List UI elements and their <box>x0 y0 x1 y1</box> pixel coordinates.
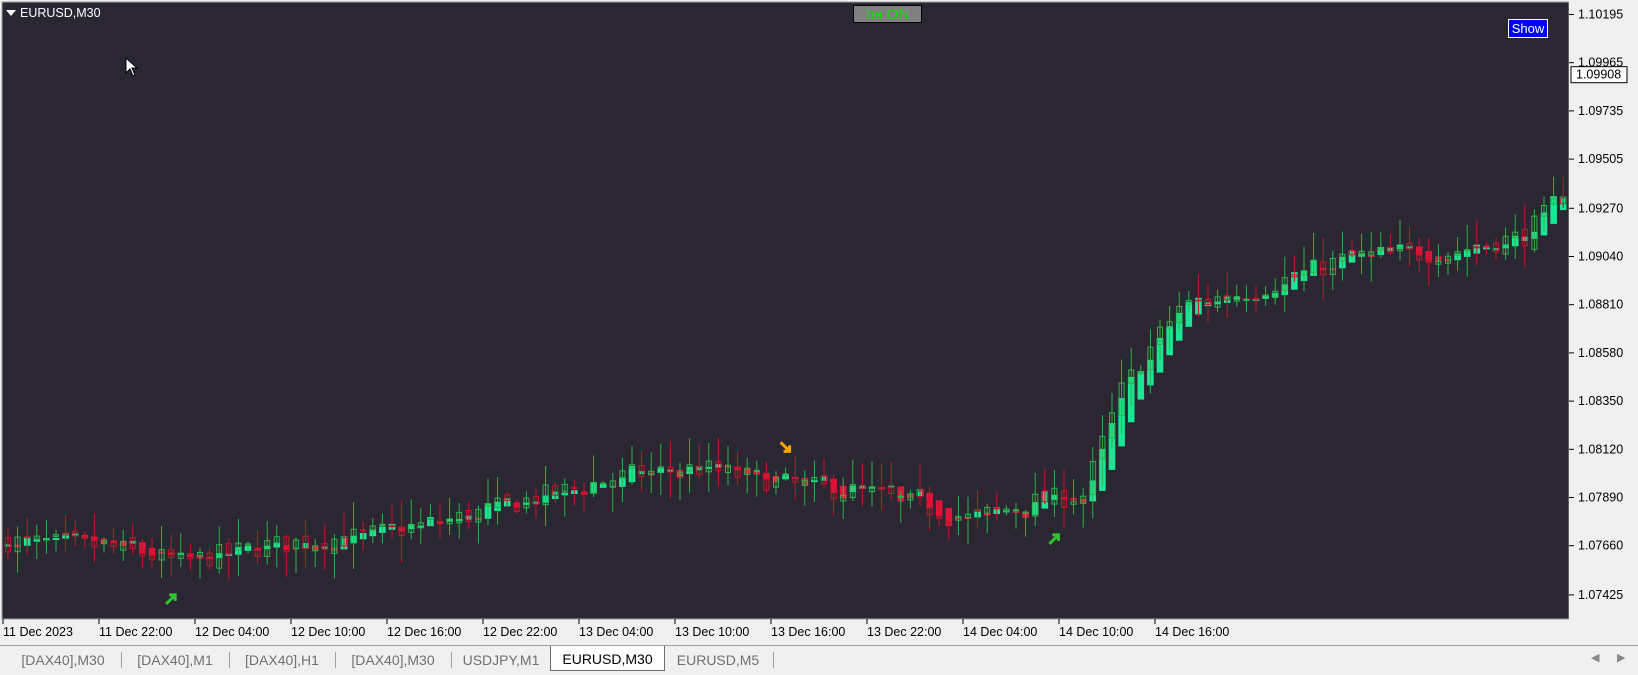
price-tick-label: 1.10195 <box>1578 8 1623 22</box>
price-tick-label: 1.08350 <box>1578 394 1623 408</box>
candle-body <box>360 529 367 532</box>
candle-body <box>1195 299 1202 302</box>
time-tick-label: 14 Dec 10:00 <box>1059 625 1133 639</box>
mouse-pointer-icon <box>125 57 139 77</box>
chart-tab-bar: [DAX40],M30 [DAX40],M1 [DAX40],H1 [DAX40… <box>0 645 1638 675</box>
triangle-down-icon[interactable] <box>6 10 16 16</box>
price-tick-label: 1.07660 <box>1578 539 1623 553</box>
tab-eurusd-m30[interactable]: EURUSD,M30 <box>550 646 665 671</box>
time-tick-label: 12 Dec 10:00 <box>291 625 365 639</box>
candle-body <box>389 525 395 528</box>
time-tick-label: 13 Dec 16:00 <box>771 625 845 639</box>
tab-separator <box>229 652 230 668</box>
time-tick-label: 12 Dec 04:00 <box>195 625 269 639</box>
symbol-title: EURUSD,M30 <box>20 6 101 20</box>
price-chart[interactable]: 1.101951.099651.097351.095051.092701.090… <box>0 0 1638 645</box>
time-tick-label: 12 Dec 22:00 <box>483 625 557 639</box>
candle-body <box>81 536 88 539</box>
tab-dax40-h1[interactable]: [DAX40],H1 <box>232 649 332 671</box>
ha-candle <box>1137 371 1145 400</box>
tab-separator <box>451 652 452 668</box>
candle-body <box>1262 294 1269 297</box>
price-tick-label: 1.09735 <box>1578 104 1623 118</box>
candle-body <box>427 518 434 521</box>
price-tick-label: 1.09270 <box>1578 201 1623 215</box>
candle-body <box>24 536 31 539</box>
time-tick-label: 13 Dec 04:00 <box>579 625 653 639</box>
show-button[interactable]: Show <box>1508 19 1548 38</box>
candle-body <box>993 507 1000 510</box>
time-tick-label: 14 Dec 04:00 <box>963 625 1037 639</box>
price-tick-label: 1.08810 <box>1578 298 1623 312</box>
tab-separator <box>773 652 774 668</box>
tab-eurusd-m5[interactable]: EURUSD,M5 <box>668 649 768 671</box>
tab-separator <box>121 652 122 668</box>
chart-window[interactable]: 1.10195 1.09965 1.09735 1.09505 1.09270 1.090… <box>0 0 1638 645</box>
tab-usdjpy-m1[interactable]: USDJPY,M1 <box>454 649 548 671</box>
candle-body <box>974 509 981 512</box>
plot-area[interactable] <box>1 1 1570 620</box>
candle-body <box>600 482 607 485</box>
candle-body <box>897 495 904 498</box>
chevron-right-icon[interactable]: ▶ <box>1617 651 1625 664</box>
price-tick-label: 1.09505 <box>1578 152 1623 166</box>
candle-body <box>945 521 952 524</box>
heikin-ashi-toggle-button[interactable]: ha ON <box>853 5 922 23</box>
time-tick-label: 13 Dec 22:00 <box>867 625 941 639</box>
price-axis: 1.101951.099651.097351.095051.092701.090… <box>1569 0 1638 645</box>
time-tick-label: 11 Dec 22:00 <box>99 625 172 639</box>
chevron-left-icon[interactable]: ◀ <box>1591 651 1599 664</box>
candle-body <box>1253 297 1259 300</box>
price-tick-label: 1.07890 <box>1578 491 1623 505</box>
price-tick-label: 1.08120 <box>1578 442 1623 456</box>
time-tick-label: 13 Dec 10:00 <box>675 625 749 639</box>
price-tick-label: 1.08580 <box>1578 346 1623 360</box>
time-tick-label: 12 Dec 16:00 <box>387 625 461 639</box>
candle-body <box>1013 509 1019 512</box>
candle-body <box>1137 371 1144 374</box>
tab-dax40-m30[interactable]: [DAX40],M30 <box>8 649 118 671</box>
time-tick-label: 11 Dec 2023 <box>3 625 73 639</box>
candle-body <box>43 538 50 541</box>
tab-dax40-m1[interactable]: [DAX40],M1 <box>124 649 226 671</box>
candle-body <box>1473 246 1480 249</box>
current-price-label: 1.09908 <box>1576 68 1621 82</box>
candle-body <box>1243 298 1250 301</box>
time-axis: 11 Dec 2023 11 Dec 22:00 12 Dec 04:00 12 De… <box>0 619 1569 645</box>
candle-body <box>571 486 578 489</box>
tab-separator <box>335 652 336 668</box>
price-tick-label: 1.09040 <box>1578 250 1623 264</box>
price-tick-label: 1.07425 <box>1578 588 1623 602</box>
time-tick-label: 14 Dec 16:00 <box>1155 625 1229 639</box>
candle-body <box>1483 245 1490 248</box>
tab-dax40-m30-2[interactable]: [DAX40],M30 <box>338 649 448 671</box>
